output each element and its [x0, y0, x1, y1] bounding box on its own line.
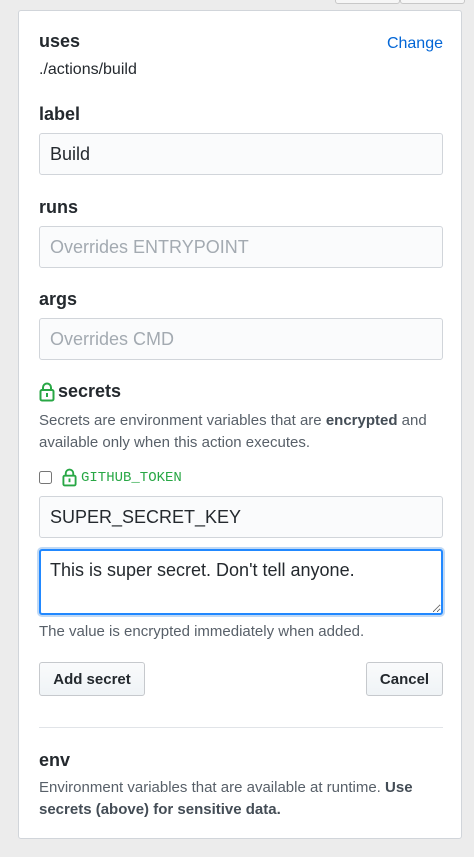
secret-hint: The value is encrypted immediately when … — [39, 623, 365, 640]
add-secret-button[interactable]: Add secret — [39, 662, 145, 696]
github-token-checkbox[interactable] — [39, 471, 52, 484]
secret-value-textarea[interactable]: This is super secret. Don't tell anyone. — [39, 549, 443, 615]
secrets-desc-text: Secrets are environment variables that a… — [39, 412, 326, 429]
top-button-group — [335, 0, 465, 4]
divider — [39, 727, 443, 728]
top-button-left[interactable] — [335, 0, 400, 4]
args-field-label: args — [39, 289, 78, 309]
github-token-label: GITHUB_TOKEN — [81, 469, 182, 486]
github-token-row: GITHUB_TOKEN — [39, 468, 182, 487]
secret-name-input[interactable] — [39, 496, 443, 538]
top-button-right[interactable] — [400, 0, 465, 4]
uses-value: ./actions/build — [39, 61, 137, 78]
env-heading: env — [39, 750, 71, 770]
change-link[interactable]: Change — [387, 35, 443, 53]
args-input[interactable] — [39, 318, 443, 360]
secrets-description: Secrets are environment variables that a… — [39, 410, 449, 454]
env-description: Environment variables that are available… — [39, 777, 449, 821]
action-editor-panel: uses Change ./actions/build label runs a… — [18, 10, 462, 839]
env-desc-text: Environment variables that are available… — [39, 779, 386, 796]
lock-icon — [62, 468, 77, 487]
lock-icon — [39, 382, 55, 402]
runs-field-label: runs — [39, 197, 79, 217]
cancel-button[interactable]: Cancel — [366, 662, 443, 696]
label-input[interactable] — [39, 133, 443, 175]
uses-label: uses — [39, 31, 81, 51]
runs-input[interactable] — [39, 226, 443, 268]
secrets-heading: secrets — [39, 381, 121, 402]
secrets-desc-bold: encrypted — [325, 412, 398, 429]
secrets-heading-text: secrets — [58, 381, 122, 401]
label-field-label: label — [39, 104, 81, 124]
